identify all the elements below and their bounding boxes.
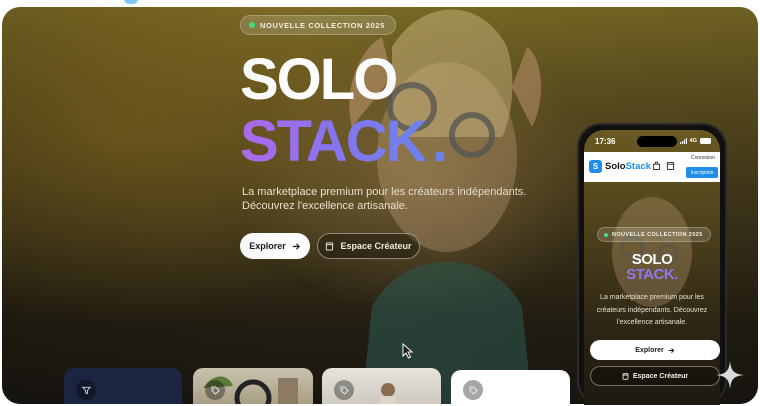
- hero-title-stack: STACK: [240, 109, 427, 174]
- tag-icon: [334, 380, 354, 400]
- phone-collection-badge-text: NOUVELLE COLLECTION 2025: [612, 231, 703, 238]
- phone-subtitle: La marketplace premium pour les créateur…: [596, 294, 708, 326]
- brand-stack: Stack: [625, 161, 651, 172]
- phone-screen: 17:36 4G S SoloStack Connexion Inscripti…: [584, 130, 720, 405]
- phone-title-dot: .: [674, 266, 678, 283]
- solostack-logo-icon[interactable]: S: [589, 160, 602, 173]
- cart-icon[interactable]: [652, 161, 661, 171]
- sparkle-icon: [716, 361, 744, 389]
- phone-title-stack-text: STACK: [626, 266, 675, 283]
- dynamic-island: [637, 136, 677, 147]
- category-card[interactable]: [322, 368, 441, 404]
- tag-icon: [463, 380, 483, 400]
- hero-title-dot: .: [432, 109, 449, 174]
- phone-explorer-button[interactable]: Explorer: [590, 340, 720, 360]
- tag-icon: [205, 380, 225, 400]
- creator-space-button[interactable]: Espace Créateur: [317, 233, 420, 259]
- category-card[interactable]: [193, 368, 313, 404]
- battery-icon: [700, 138, 711, 144]
- store-icon: [622, 372, 629, 380]
- collection-badge-text: NOUVELLE COLLECTION 2025: [260, 20, 385, 30]
- hero-title-solo: SOLO: [240, 47, 398, 112]
- category-card[interactable]: [64, 368, 182, 404]
- network-label: 4G: [689, 138, 697, 144]
- phone-mockup: 17:36 4G S SoloStack Connexion Inscripti…: [577, 123, 727, 405]
- phone-collection-badge: NOUVELLE COLLECTION 2025: [597, 227, 711, 242]
- category-card[interactable]: [451, 370, 570, 406]
- signal-icon: [679, 138, 687, 144]
- brand-solo: Solo: [605, 161, 626, 172]
- filter-icon: [76, 380, 96, 400]
- phone-creator-space-button-label: Espace Créateur: [632, 372, 689, 380]
- store-icon[interactable]: [666, 161, 675, 171]
- phone-status-bar: 4G: [679, 138, 711, 144]
- top-indicator: [124, 0, 138, 4]
- creator-space-button-label: Espace Créateur: [340, 241, 412, 251]
- arrow-right-icon: [292, 242, 300, 250]
- signup-button[interactable]: Inscription: [686, 167, 718, 178]
- collection-badge: NOUVELLE COLLECTION 2025: [240, 15, 396, 35]
- explorer-button[interactable]: Explorer: [240, 233, 310, 259]
- status-dot-icon: [249, 22, 255, 28]
- phone-time: 17:36: [595, 137, 616, 146]
- store-icon: [325, 241, 334, 251]
- brand-name[interactable]: SoloStack: [605, 161, 651, 172]
- phone-title-stack: STACK.: [584, 266, 720, 283]
- login-link[interactable]: Connexion: [691, 155, 715, 161]
- status-dot-icon: [604, 232, 608, 237]
- explorer-button-label: Explorer: [249, 241, 286, 251]
- arrow-right-icon: [668, 347, 674, 353]
- phone-creator-space-button[interactable]: Espace Créateur: [590, 366, 720, 386]
- hero-subtitle: La marketplace premium pour les créateur…: [242, 186, 527, 212]
- mouse-cursor-icon: [402, 343, 414, 359]
- phone-app-header: S SoloStack Connexion Inscription: [584, 152, 720, 182]
- phone-explorer-button-label: Explorer: [635, 346, 664, 354]
